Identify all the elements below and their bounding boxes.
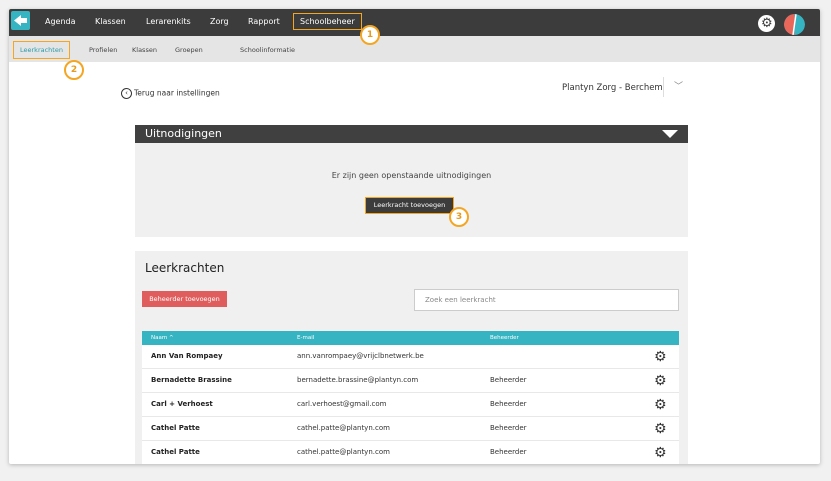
teacher-email: carl.verhoest@gmail.com — [297, 400, 387, 408]
teacher-search-input[interactable] — [414, 289, 679, 311]
teacher-email: cathel.patte@plantyn.com — [297, 424, 390, 432]
back-link[interactable]: ‹ Terug naar instellingen — [121, 88, 220, 99]
teacher-admin-role: Beheerder — [490, 376, 527, 384]
back-link-label: Terug naar instellingen — [134, 88, 220, 98]
sub-navigation-bar: Leerkrachten Profielen Klassen Groepen S… — [9, 36, 820, 62]
school-selector[interactable]: Plantyn Zorg - Berchem — [562, 83, 663, 93]
teachers-table-header: Naam ^ E-mail Beheerder — [142, 331, 679, 345]
nav-item-lerarenkits[interactable]: Lerarenkits — [146, 17, 191, 26]
teacher-name: Bernadette Brassine — [151, 376, 232, 384]
tab-leerkrachten[interactable]: Leerkrachten — [13, 41, 70, 59]
table-row[interactable]: Cathel Patte cathel.patte@plantyn.com Be… — [142, 417, 679, 441]
invitations-header[interactable]: Uitnodigingen — [135, 125, 688, 143]
nav-item-zorg[interactable]: Zorg — [210, 17, 229, 26]
table-row[interactable]: Carl + Verhoest carl.verhoest@gmail.com … — [142, 393, 679, 417]
column-header-admin[interactable]: Beheerder — [490, 335, 519, 341]
nav-item-agenda[interactable]: Agenda — [45, 17, 76, 26]
teacher-name: Ann Van Rompaey — [151, 352, 223, 360]
teacher-name: Cathel Patte — [151, 448, 200, 456]
add-admin-button[interactable]: Beheerder toevoegen — [142, 291, 227, 307]
gear-icon[interactable]: ⚙ — [654, 421, 667, 437]
teachers-panel: Leerkrachten Beheerder toevoegen Naam ^ … — [135, 251, 688, 464]
app-window: Agenda Klassen Lerarenkits Zorg Rapport … — [9, 9, 820, 464]
teacher-admin-role: Beheerder — [490, 448, 527, 456]
app-logo-icon[interactable] — [11, 11, 30, 30]
nav-item-klassen[interactable]: Klassen — [95, 17, 126, 26]
tab-schoolinformatie[interactable]: Schoolinformatie — [240, 46, 295, 54]
teacher-admin-role: Beheerder — [490, 400, 527, 408]
teacher-name: Carl + Verhoest — [151, 400, 213, 408]
table-row[interactable]: Ann Van Rompaey ann.vanrompaey@vrijclbne… — [142, 345, 679, 369]
invitations-empty-message: Er zijn geen openstaande uitnodigingen — [331, 171, 492, 180]
gear-icon[interactable]: ⚙ — [654, 397, 667, 413]
teacher-email: bernadette.brassine@plantyn.com — [297, 376, 419, 384]
collapse-arrow-icon[interactable] — [662, 130, 678, 138]
callout-badge-3: 3 — [449, 207, 469, 227]
top-navigation-bar: Agenda Klassen Lerarenkits Zorg Rapport … — [9, 9, 820, 36]
settings-button[interactable]: ⚙ — [758, 15, 775, 32]
table-row[interactable]: Bernadette Brassine bernadette.brassine@… — [142, 369, 679, 393]
gear-icon: ⚙ — [761, 16, 773, 31]
column-header-name[interactable]: Naam ^ — [151, 335, 174, 341]
invitations-title: Uitnodigingen — [145, 127, 222, 140]
table-row[interactable]: Cathel Patte cathel.patte@plantyn.com Be… — [142, 441, 679, 464]
gear-icon[interactable]: ⚙ — [654, 373, 667, 389]
nav-item-rapport[interactable]: Rapport — [248, 17, 280, 26]
callout-badge-2: 2 — [64, 60, 84, 80]
nav-item-schoolbeheer[interactable]: Schoolbeheer — [293, 13, 362, 30]
teachers-title: Leerkrachten — [145, 261, 225, 275]
avatar-icon — [784, 14, 805, 35]
tab-klassen[interactable]: Klassen — [132, 46, 157, 54]
school-selector-divider — [663, 77, 664, 97]
gear-icon[interactable]: ⚙ — [654, 349, 667, 365]
chevron-down-icon[interactable]: ﹀ — [674, 79, 683, 92]
profile-avatar[interactable] — [784, 14, 805, 35]
invitations-panel: Er zijn geen openstaande uitnodigingen L… — [135, 143, 688, 237]
callout-badge-1: 1 — [360, 25, 380, 45]
add-teacher-button[interactable]: Leerkracht toevoegen — [365, 197, 454, 214]
column-header-email[interactable]: E-mail — [297, 335, 314, 341]
logo-arrow-icon — [14, 15, 27, 26]
teacher-admin-role: Beheerder — [490, 424, 527, 432]
teacher-email: cathel.patte@plantyn.com — [297, 448, 390, 456]
tab-groepen[interactable]: Groepen — [175, 46, 203, 54]
gear-icon[interactable]: ⚙ — [654, 445, 667, 461]
chevron-left-icon: ‹ — [121, 88, 132, 99]
teacher-name: Cathel Patte — [151, 424, 200, 432]
teacher-email: ann.vanrompaey@vrijclbnetwerk.be — [297, 352, 424, 360]
tab-profielen[interactable]: Profielen — [89, 46, 117, 54]
